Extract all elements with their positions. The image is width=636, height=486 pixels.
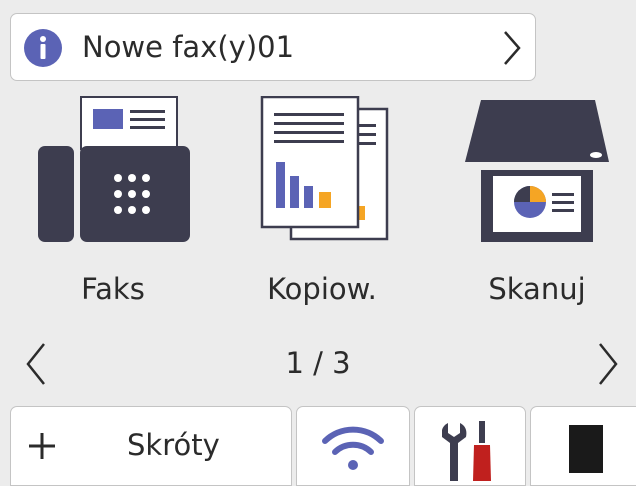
chevron-left-icon[interactable] [24,340,48,388]
wifi-icon [322,426,384,470]
plus-icon [29,433,55,459]
chevron-right-icon [504,31,521,65]
app-label-scan: Skanuj [488,272,586,306]
notification-text: Nowe fax(y)01 [82,30,295,64]
notification-bar[interactable]: Nowe fax(y)01 [10,13,536,81]
toner-tab[interactable] [530,406,636,486]
app-fax[interactable]: Faks [13,96,213,316]
app-label-copy: Kopiow. [267,272,377,306]
shortcuts-tab[interactable]: Skróty [10,406,292,486]
wrench-screwdriver-icon [442,421,491,481]
page-indicator: 1 / 3 [285,346,351,380]
app-scan[interactable]: Skanuj [437,96,636,316]
info-icon [24,29,62,67]
app-copy[interactable]: Kopiow. [222,96,422,316]
scan-icon [465,100,609,242]
fax-icon [38,96,190,242]
wifi-tab[interactable] [296,406,410,486]
settings-tab[interactable] [414,406,526,486]
shortcuts-label: Skróty [127,428,220,462]
toner-icon [569,425,603,473]
copy-icon [260,96,389,241]
app-label-fax: Faks [81,272,145,306]
chevron-right-icon[interactable] [596,340,620,388]
